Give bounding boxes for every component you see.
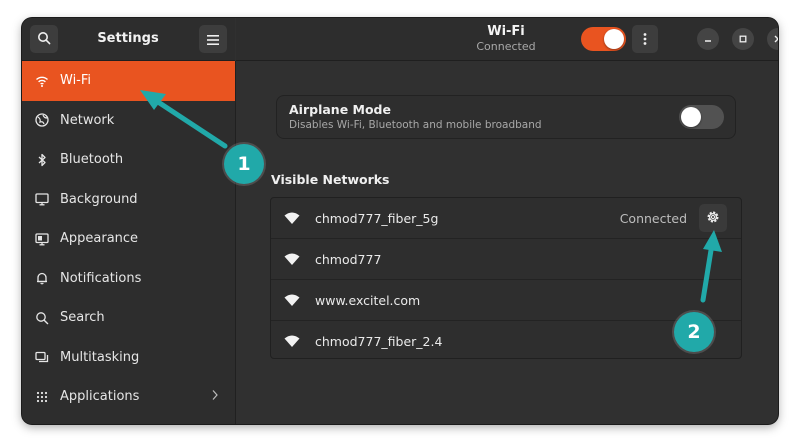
minimize-button[interactable] bbox=[697, 28, 719, 50]
sidebar-item-network[interactable]: Network bbox=[22, 101, 235, 141]
toggle-knob bbox=[681, 107, 701, 127]
sidebar-item-label: Notifications bbox=[60, 270, 142, 286]
network-name: chmod777_fiber_2.4 bbox=[315, 333, 443, 349]
sidebar-item-label: Background bbox=[60, 191, 138, 207]
sidebar-nav: Wi-Fi Network Bluetooth Background Appea… bbox=[22, 61, 235, 417]
close-button[interactable] bbox=[767, 28, 778, 50]
chevron-right-icon bbox=[211, 389, 219, 405]
settings-window: Settings Wi-Fi Connected Wi-Fi Network B… bbox=[22, 18, 778, 424]
network-name: chmod777 bbox=[315, 251, 382, 267]
annotation-badge-2: 2 bbox=[674, 312, 714, 352]
network-status: Connected bbox=[619, 210, 687, 226]
main-header: Wi-Fi Connected bbox=[236, 18, 778, 61]
wifi-signal-icon bbox=[284, 334, 300, 348]
grid-icon bbox=[35, 390, 49, 404]
sidebar-item-background[interactable]: Background bbox=[22, 180, 235, 220]
sidebar-title: Settings bbox=[97, 31, 159, 46]
network-row[interactable]: chmod777_fiber_2.4 bbox=[271, 321, 741, 361]
more-options-button[interactable] bbox=[632, 25, 658, 53]
sidebar-item-label: Applications bbox=[60, 389, 140, 405]
maximize-icon bbox=[739, 33, 747, 46]
minimize-icon bbox=[704, 33, 712, 46]
toggle-knob bbox=[604, 29, 624, 49]
network-name: www.excitel.com bbox=[315, 292, 421, 308]
sidebar-item-appearance[interactable]: Appearance bbox=[22, 219, 235, 259]
monitor-icon bbox=[35, 192, 49, 206]
sidebar-header: Settings bbox=[22, 18, 235, 61]
sidebar-item-label: Search bbox=[60, 310, 105, 326]
sidebar-item-label: Network bbox=[60, 112, 115, 128]
multitasking-icon bbox=[35, 350, 49, 364]
sidebar-item-wifi[interactable]: Wi-Fi bbox=[22, 61, 235, 101]
visible-networks-heading: Visible Networks bbox=[271, 172, 390, 187]
airplane-mode-toggle[interactable] bbox=[679, 105, 724, 129]
hamburger-icon bbox=[207, 30, 219, 49]
globe-icon bbox=[35, 113, 49, 127]
network-row[interactable]: chmod777 bbox=[271, 239, 741, 280]
search-icon bbox=[37, 30, 51, 49]
wifi-signal-icon bbox=[284, 252, 300, 266]
network-settings-button[interactable] bbox=[699, 204, 727, 232]
network-list: chmod777_fiber_5g Connected chmod777 www… bbox=[270, 197, 742, 359]
kebab-menu-icon bbox=[643, 30, 647, 49]
close-icon bbox=[774, 33, 778, 46]
wifi-toggle[interactable] bbox=[581, 27, 626, 51]
network-row[interactable]: www.excitel.com bbox=[271, 280, 741, 321]
bluetooth-icon bbox=[35, 153, 49, 167]
wifi-signal-icon bbox=[284, 293, 300, 307]
sidebar: Wi-Fi Network Bluetooth Background Appea… bbox=[22, 61, 236, 424]
sidebar-item-label: Multitasking bbox=[60, 349, 140, 365]
bell-icon bbox=[35, 271, 49, 285]
sidebar-item-label: Wi-Fi bbox=[60, 73, 92, 89]
sidebar-item-multitasking[interactable]: Multitasking bbox=[22, 338, 235, 378]
sidebar-item-label: Appearance bbox=[60, 231, 139, 247]
hamburger-menu-button[interactable] bbox=[199, 25, 227, 53]
annotation-badge-1: 1 bbox=[224, 144, 264, 184]
wifi-icon bbox=[35, 74, 49, 88]
maximize-button[interactable] bbox=[732, 28, 754, 50]
sidebar-item-bluetooth[interactable]: Bluetooth bbox=[22, 140, 235, 180]
sidebar-item-applications[interactable]: Applications bbox=[22, 377, 235, 417]
sidebar-item-search[interactable]: Search bbox=[22, 298, 235, 338]
sidebar-item-label: Bluetooth bbox=[60, 152, 124, 168]
page-subtitle: Connected bbox=[476, 40, 536, 53]
search-icon bbox=[35, 311, 49, 325]
airplane-mode-description: Disables Wi-Fi, Bluetooth and mobile bro… bbox=[289, 119, 542, 131]
gear-icon bbox=[705, 209, 721, 228]
appearance-icon bbox=[35, 232, 49, 246]
network-row[interactable]: chmod777_fiber_5g Connected bbox=[271, 198, 741, 239]
network-name: chmod777_fiber_5g bbox=[315, 210, 439, 226]
airplane-mode-row: Airplane Mode Disables Wi-Fi, Bluetooth … bbox=[276, 95, 736, 139]
page-title: Wi-Fi bbox=[487, 24, 525, 39]
search-button[interactable] bbox=[30, 25, 58, 53]
sidebar-item-notifications[interactable]: Notifications bbox=[22, 259, 235, 299]
wifi-signal-icon bbox=[284, 211, 300, 225]
airplane-mode-title: Airplane Mode bbox=[289, 102, 391, 117]
